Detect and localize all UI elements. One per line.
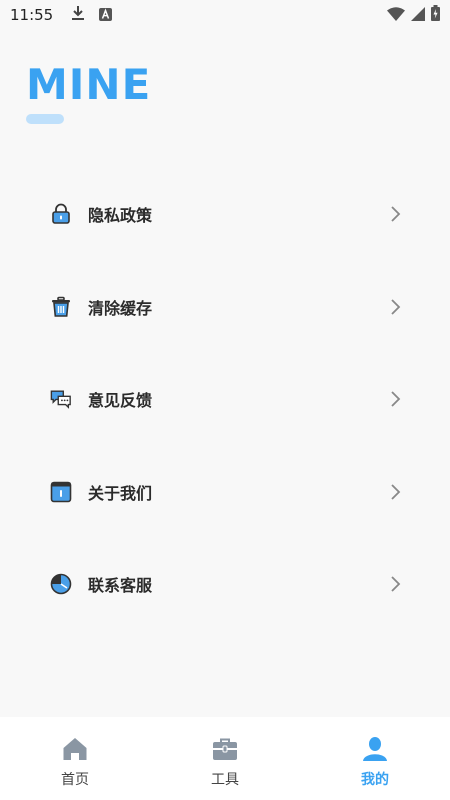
menu-item-label: 清除缓存 bbox=[88, 298, 153, 318]
menu-item-clear-cache[interactable]: 清除缓存 bbox=[0, 261, 450, 354]
menu-item-feedback[interactable]: 意见反馈 bbox=[0, 353, 450, 446]
wifi-icon bbox=[387, 6, 405, 25]
status-icons-left bbox=[71, 5, 113, 25]
tab-label: 我的 bbox=[361, 772, 389, 788]
title-underline bbox=[26, 114, 64, 124]
tab-mine[interactable]: 我的 bbox=[300, 717, 450, 800]
chat-bubbles-icon bbox=[50, 388, 72, 410]
chevron-right-icon bbox=[390, 483, 402, 501]
tab-label: 首页 bbox=[61, 772, 89, 788]
user-icon bbox=[361, 735, 389, 763]
menu-item-about-us[interactable]: 关于我们 bbox=[0, 446, 450, 539]
menu-item-label: 隐私政策 bbox=[88, 206, 153, 226]
chevron-right-icon bbox=[390, 205, 402, 223]
status-time: 11:55 bbox=[10, 6, 54, 24]
service-globe-icon bbox=[50, 573, 72, 595]
tab-label: 工具 bbox=[211, 772, 239, 788]
status-icons-right bbox=[387, 5, 440, 25]
battery-icon bbox=[431, 5, 440, 25]
chevron-right-icon bbox=[390, 390, 402, 408]
info-card-icon bbox=[50, 481, 72, 503]
signal-icon bbox=[411, 6, 425, 25]
menu-item-customer-service[interactable]: 联系客服 bbox=[0, 538, 450, 631]
chevron-right-icon bbox=[390, 575, 402, 593]
menu-list: 隐私政策 清除缓存 意见反馈 关于我们 联系客服 bbox=[0, 168, 450, 631]
page-title: MINE bbox=[26, 60, 152, 109]
a-badge-icon bbox=[99, 6, 113, 25]
menu-item-label: 关于我们 bbox=[88, 483, 153, 503]
download-icon bbox=[71, 5, 85, 25]
tab-tools[interactable]: 工具 bbox=[150, 717, 300, 800]
menu-item-privacy-policy[interactable]: 隐私政策 bbox=[0, 168, 450, 261]
menu-item-label: 意见反馈 bbox=[88, 391, 153, 411]
menu-item-label: 联系客服 bbox=[88, 576, 153, 596]
status-bar: 11:55 bbox=[0, 0, 450, 30]
trash-icon bbox=[50, 296, 72, 318]
chevron-right-icon bbox=[390, 298, 402, 316]
tab-home[interactable]: 首页 bbox=[0, 717, 150, 800]
lock-icon bbox=[50, 203, 72, 225]
home-icon bbox=[61, 735, 89, 763]
toolbox-icon bbox=[211, 735, 239, 763]
bottom-tab-bar: 首页 工具 我的 bbox=[0, 717, 450, 800]
